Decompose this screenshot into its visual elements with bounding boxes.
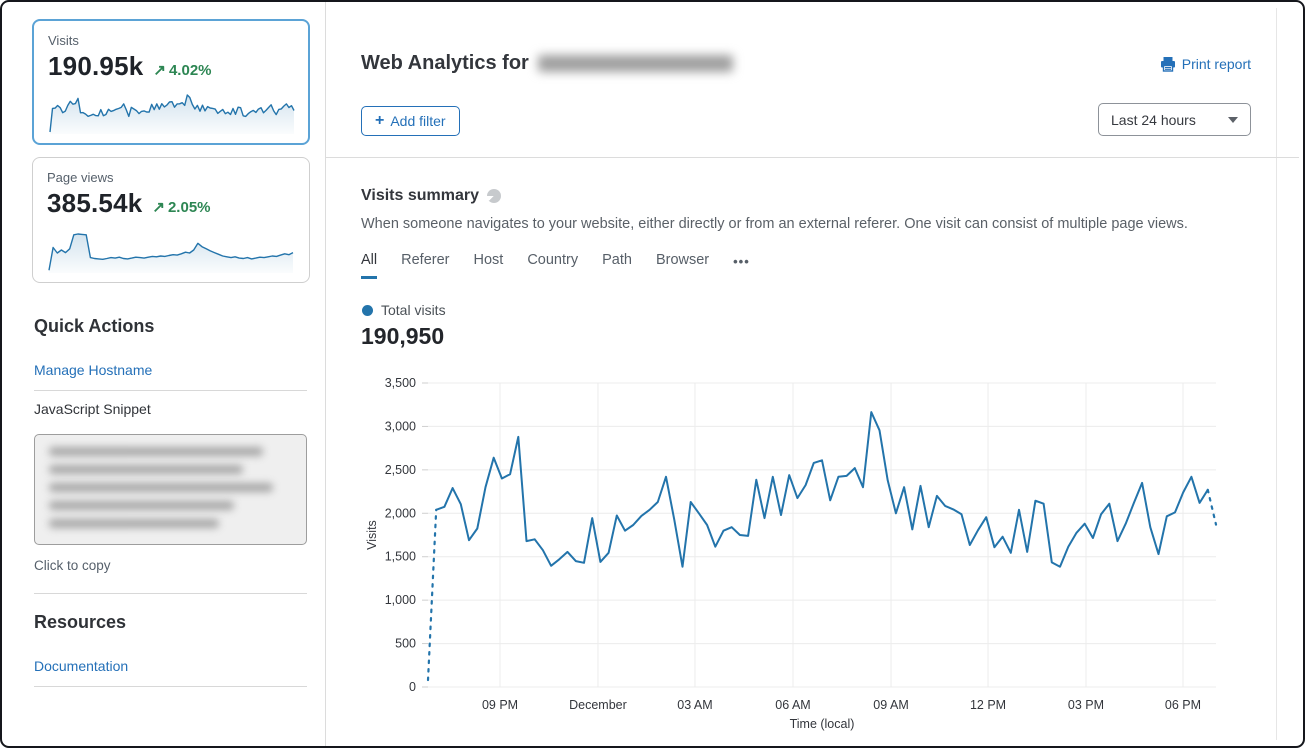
tab-path[interactable]: Path <box>602 252 632 279</box>
blurred-code-line <box>49 519 219 528</box>
pie-help-icon[interactable] <box>487 189 501 203</box>
x-tick-label: 03 PM <box>1068 698 1104 712</box>
print-report-button[interactable]: Print report <box>1160 56 1251 72</box>
manage-hostname-link[interactable]: Manage Hostname <box>34 362 152 378</box>
js-snippet-code-box[interactable] <box>34 434 307 545</box>
tab-country[interactable]: Country <box>527 252 578 279</box>
x-tick-label: 09 PM <box>482 698 518 712</box>
divider <box>326 157 1299 158</box>
x-tick-label: 06 AM <box>775 698 810 712</box>
pageviews-card-delta: ↗2.05% <box>152 198 210 216</box>
y-tick-label: 0 <box>409 680 416 694</box>
trend-up-icon: ↗ <box>153 62 166 79</box>
x-tick-label: 06 PM <box>1165 698 1201 712</box>
divider <box>34 390 307 391</box>
chart-line <box>436 412 1208 567</box>
visits-card-delta: ↗4.02% <box>153 61 211 79</box>
quick-actions-title: Quick Actions <box>34 316 154 337</box>
visits-card-label: Visits <box>48 33 294 48</box>
tabs-overflow-icon[interactable]: ••• <box>733 252 750 279</box>
tab-host[interactable]: Host <box>473 252 503 279</box>
visits-summary-description: When someone navigates to your website, … <box>361 216 1241 232</box>
y-tick-label: 3,500 <box>385 376 416 390</box>
time-range-dropdown[interactable]: Last 24 hours <box>1098 103 1251 136</box>
pageviews-card-value: 385.54k <box>47 188 142 219</box>
x-tick-label: 09 AM <box>873 698 908 712</box>
blurred-code-line <box>49 465 243 474</box>
divider <box>34 593 307 594</box>
chart-dashed-segment <box>428 510 436 680</box>
y-tick-label: 2,500 <box>385 463 416 477</box>
right-gutter-divider <box>1276 8 1277 740</box>
y-tick-label: 1,000 <box>385 593 416 607</box>
chart-dashed-segment <box>1208 490 1216 525</box>
y-tick-label: 3,000 <box>385 419 416 433</box>
total-visits-value: 190,950 <box>361 323 444 350</box>
x-tick-label: 03 AM <box>677 698 712 712</box>
chevron-down-icon <box>1228 117 1238 123</box>
visits-summary-title: Visits summary <box>361 187 479 205</box>
blurred-code-line <box>49 483 273 492</box>
visits-sparkline <box>48 87 296 135</box>
visits-card-value: 190.95k <box>48 51 143 82</box>
tab-all[interactable]: All <box>361 252 377 279</box>
y-tick-label: 500 <box>395 637 416 651</box>
pageviews-card-label: Page views <box>47 170 295 185</box>
resources-title: Resources <box>34 612 126 633</box>
y-tick-label: 1,500 <box>385 550 416 564</box>
js-snippet-label: JavaScript Snippet <box>34 401 151 417</box>
x-tick-label: December <box>569 698 627 712</box>
printer-icon <box>1160 56 1176 72</box>
x-tick-label: 12 PM <box>970 698 1006 712</box>
tab-browser[interactable]: Browser <box>656 252 709 279</box>
sidebar: Visits 190.95k ↗4.02% Page views 385.54k… <box>2 2 325 746</box>
app-window: Visits 190.95k ↗4.02% Page views 385.54k… <box>0 0 1305 748</box>
y-tick-label: 2,000 <box>385 506 416 520</box>
pageviews-metric-card[interactable]: Page views 385.54k ↗2.05% <box>32 157 310 283</box>
main-panel: Web Analytics for Print report + Add fil… <box>325 2 1305 746</box>
visits-line-chart: 0 500 1,000 1,500 2,000 2,500 3,000 3,500 09 PM D… <box>360 372 1224 732</box>
divider <box>34 686 307 687</box>
blurred-domain <box>538 55 733 72</box>
click-to-copy-hint: Click to copy <box>34 558 111 573</box>
page-title: Web Analytics for <box>361 52 529 75</box>
legend-dot-icon <box>362 305 373 316</box>
blurred-code-line <box>49 501 234 510</box>
tab-referer[interactable]: Referer <box>401 252 449 279</box>
legend-label: Total visits <box>381 302 446 318</box>
add-filter-label: Add filter <box>390 113 445 129</box>
plus-icon: + <box>375 112 384 130</box>
summary-tabs: All Referer Host Country Path Browser ••• <box>361 252 750 279</box>
time-range-value: Last 24 hours <box>1111 112 1196 128</box>
trend-up-icon: ↗ <box>152 199 165 216</box>
visits-metric-card[interactable]: Visits 190.95k ↗4.02% <box>32 19 310 145</box>
documentation-link[interactable]: Documentation <box>34 658 128 674</box>
x-axis-title: Time (local) <box>790 717 855 731</box>
blurred-code-line <box>49 447 263 456</box>
add-filter-button[interactable]: + Add filter <box>361 106 460 136</box>
print-report-label: Print report <box>1182 56 1251 72</box>
pageviews-sparkline <box>47 226 295 274</box>
y-axis-title: Visits <box>365 520 379 550</box>
